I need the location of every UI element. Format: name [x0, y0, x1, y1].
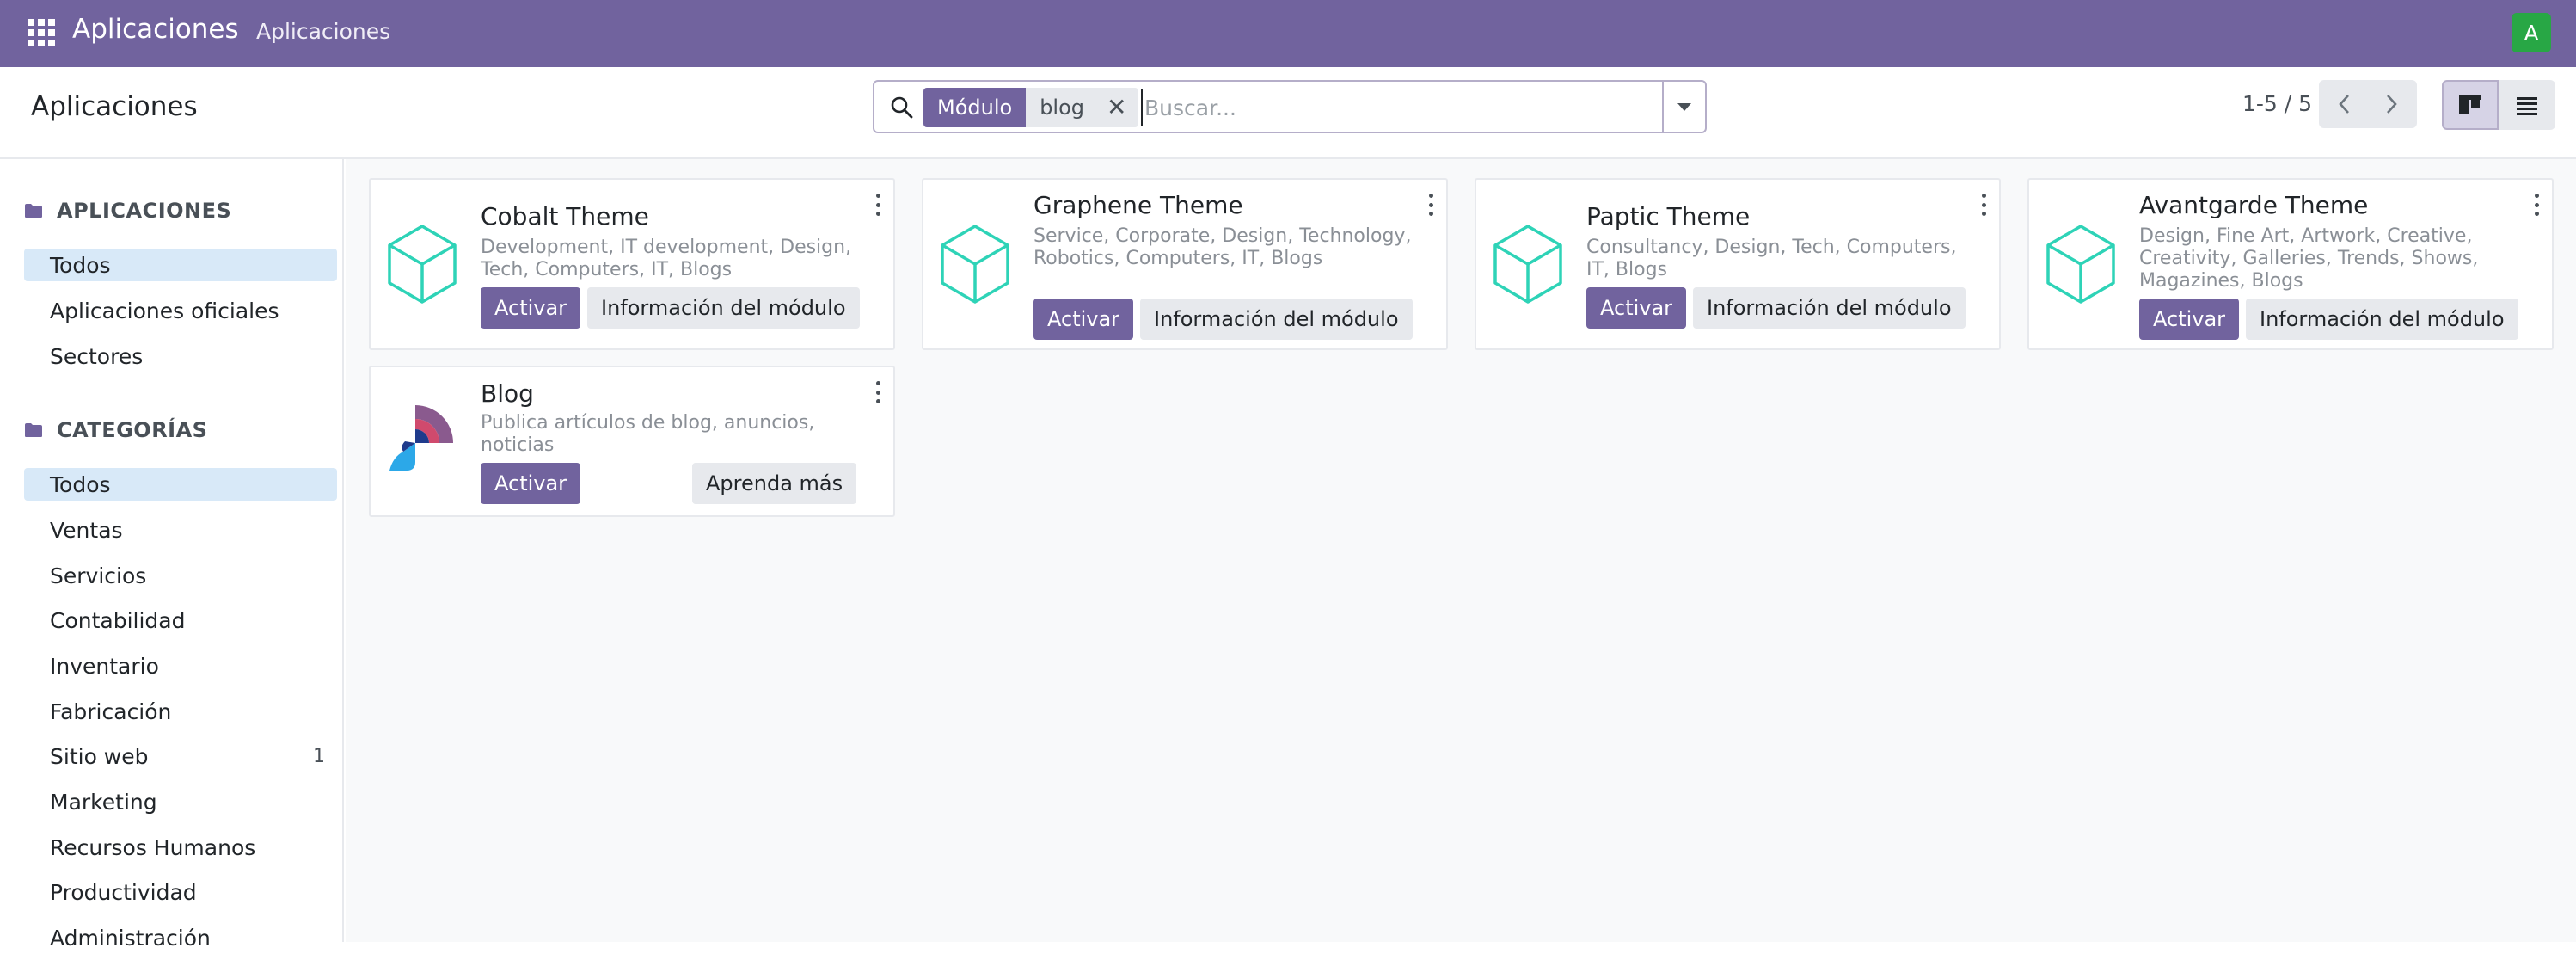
user-avatar[interactable]: A	[2512, 13, 2551, 52]
module-title: Avantgarde Theme	[2139, 191, 2369, 219]
sidebar-item-servicios[interactable]: Servicios	[24, 559, 337, 592]
top-navbar: Aplicaciones Aplicaciones A	[0, 0, 2576, 67]
kanban-view-button[interactable]	[2442, 80, 2499, 130]
sidebar-item-label: Ventas	[50, 517, 123, 543]
module-card-paptic[interactable]: Paptic Theme Consultancy, Design, Tech, …	[1475, 178, 2001, 350]
module-info-button[interactable]: Información del módulo	[2246, 299, 2518, 340]
nav-menu-item-aplicaciones[interactable]: Aplicaciones	[256, 19, 390, 44]
pager-previous-button[interactable]	[2319, 80, 2371, 128]
sidebar-item-count: 1	[313, 745, 325, 767]
module-summary: Design, Fine Art, Artwork, Creative, Cre…	[2139, 225, 2479, 292]
sidebar-item-aplicaciones-oficiales[interactable]: Aplicaciones oficiales	[24, 294, 337, 327]
caret-down-icon	[1677, 102, 1691, 111]
sidebar-item-label: Aplicaciones oficiales	[50, 298, 279, 323]
card-menu-icon[interactable]	[1427, 194, 1434, 216]
sidebar-item-label: Todos	[50, 252, 111, 278]
module-summary: Consultancy, Design, Tech, Computers, IT…	[1586, 237, 1957, 280]
chevron-right-icon	[2387, 95, 2397, 114]
sidebar-item-todos-apps[interactable]: Todos	[24, 249, 337, 281]
activate-button[interactable]: Activar	[2139, 299, 2240, 340]
module-card-graphene[interactable]: Graphene Theme Service, Corporate, Desig…	[922, 178, 1448, 350]
module-card-avantgarde[interactable]: Avantgarde Theme Design, Fine Art, Artwo…	[2027, 178, 2554, 350]
blog-app-icon	[389, 405, 453, 471]
folder-icon	[25, 423, 42, 437]
search-facet: Módulo blog ✕	[923, 88, 1139, 127]
sidebar-item-ventas[interactable]: Ventas	[24, 514, 337, 546]
module-summary: Publica artículos de blog, anuncios, not…	[481, 412, 815, 456]
sidebar-item-label: Productividad	[50, 879, 197, 905]
card-menu-icon[interactable]	[874, 381, 881, 403]
sidebar-item-label: Contabilidad	[50, 607, 186, 633]
sidebar-item-marketing[interactable]: Marketing	[24, 785, 337, 818]
section-title: APLICACIONES	[57, 199, 232, 223]
module-summary: Service, Corporate, Design, Technology, …	[1033, 225, 1412, 269]
theme-cube-icon	[1493, 225, 1562, 304]
pager-next-button[interactable]	[2365, 80, 2417, 128]
sidebar-item-label: Fabricación	[50, 699, 172, 724]
search-box[interactable]: Módulo blog ✕	[873, 80, 1664, 133]
list-view-button[interactable]	[2499, 80, 2555, 130]
folder-icon	[25, 204, 42, 218]
theme-cube-icon	[941, 225, 1009, 304]
sidebar-item-recursos-humanos[interactable]: Recursos Humanos	[24, 831, 337, 864]
activate-button[interactable]: Activar	[1033, 299, 1134, 340]
chevron-left-icon	[2339, 95, 2349, 114]
module-info-button[interactable]: Información del módulo	[1693, 287, 1966, 329]
section-title: CATEGORÍAS	[57, 418, 208, 442]
activate-button[interactable]: Activar	[481, 463, 581, 504]
sidebar-item-sitio-web[interactable]: Sitio web 1	[24, 740, 337, 772]
search-input[interactable]	[1141, 89, 1648, 126]
module-title: Paptic Theme	[1586, 202, 1751, 231]
sidebar-item-label: Servicios	[50, 563, 147, 588]
sidebar-item-label: Sectores	[50, 343, 144, 369]
module-card-blog[interactable]: Blog Publica artículos de blog, anuncios…	[369, 366, 895, 517]
apps-menu-icon[interactable]	[28, 19, 55, 46]
section-header-aplicaciones: APLICACIONES	[24, 199, 231, 223]
sidebar-item-label: Sitio web	[50, 743, 149, 769]
sidebar-item-label: Marketing	[50, 789, 157, 815]
page-title: Aplicaciones	[31, 91, 198, 122]
module-info-button[interactable]: Información del módulo	[587, 287, 860, 329]
list-view-icon	[2517, 97, 2537, 115]
section-header-categorias: CATEGORÍAS	[24, 418, 207, 442]
sidebar-item-label: Recursos Humanos	[50, 834, 256, 860]
module-title: Blog	[481, 379, 534, 408]
module-summary: Development, IT development, Design, Tec…	[481, 237, 852, 280]
module-title: Cobalt Theme	[481, 202, 649, 231]
module-title: Graphene Theme	[1033, 191, 1243, 219]
search-options-toggle[interactable]	[1662, 80, 1707, 133]
search-panel-sidebar: APLICACIONES Todos Aplicaciones oficiale…	[0, 159, 344, 951]
facet-value-container: blog ✕	[1026, 88, 1139, 127]
search-icon	[891, 96, 913, 119]
theme-cube-icon	[388, 225, 457, 304]
pager-value[interactable]: 1-5 / 5	[2242, 91, 2312, 116]
sidebar-item-label: Inventario	[50, 653, 159, 679]
module-info-button[interactable]: Información del módulo	[1140, 299, 1413, 340]
theme-cube-icon	[2046, 225, 2115, 304]
card-menu-icon[interactable]	[1980, 194, 1987, 216]
activate-button[interactable]: Activar	[1586, 287, 1687, 329]
sidebar-item-productividad[interactable]: Productividad	[24, 876, 337, 908]
card-menu-icon[interactable]	[874, 194, 881, 216]
sidebar-item-contabilidad[interactable]: Contabilidad	[24, 604, 337, 637]
facet-value: blog	[1040, 95, 1085, 120]
control-panel: Aplicaciones Módulo blog ✕ 1-5 / 5	[0, 67, 2576, 159]
sidebar-item-todos-categorias[interactable]: Todos	[24, 468, 337, 501]
card-menu-icon[interactable]	[2533, 194, 2540, 216]
facet-remove-icon[interactable]: ✕	[1107, 95, 1126, 120]
kanban-view-icon	[2459, 95, 2481, 114]
activate-button[interactable]: Activar	[481, 287, 581, 329]
facet-label: Módulo	[923, 88, 1027, 127]
kanban-area: Cobalt Theme Development, IT development…	[346, 159, 2576, 942]
learn-more-button[interactable]: Aprenda más	[692, 463, 857, 504]
sidebar-item-fabricacion[interactable]: Fabricación	[24, 695, 337, 728]
sidebar-item-administracion[interactable]: Administración	[24, 921, 337, 954]
sidebar-item-label: Todos	[50, 471, 111, 497]
module-card-cobalt[interactable]: Cobalt Theme Development, IT development…	[369, 178, 895, 350]
app-brand[interactable]: Aplicaciones	[72, 14, 239, 45]
sidebar-item-inventario[interactable]: Inventario	[24, 649, 337, 682]
sidebar-item-label: Administración	[50, 925, 211, 951]
sidebar-item-sectores[interactable]: Sectores	[24, 340, 337, 372]
